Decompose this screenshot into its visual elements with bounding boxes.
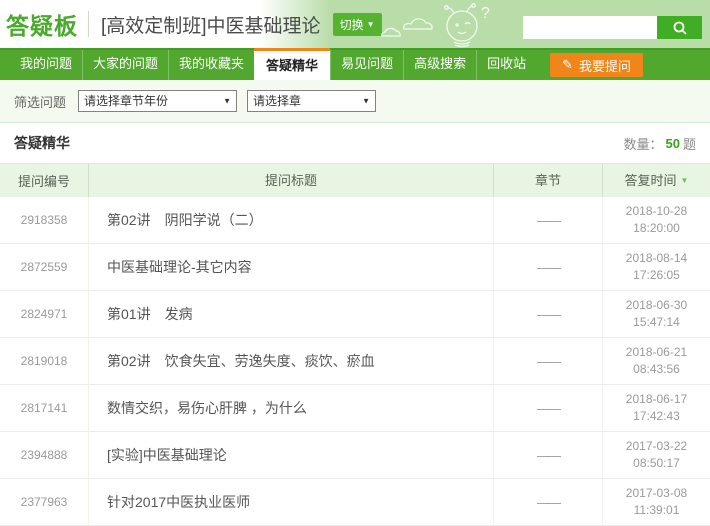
nav-tab[interactable]: 我的收藏夹	[168, 50, 254, 80]
reply-clock: 08:50:17	[603, 455, 710, 472]
table-row: 2872559 中医基础理论-其它内容 —— 2018-08-14 17:26:…	[0, 244, 710, 291]
count-unit: 题	[683, 134, 696, 153]
reply-clock: 17:26:05	[603, 267, 710, 284]
question-id: 2918358	[0, 213, 88, 227]
filter-label: 筛选问题	[14, 92, 66, 111]
question-title-link[interactable]: 第01讲 发病	[88, 291, 493, 338]
reply-time: 2018-06-21 08:43:56	[602, 338, 710, 385]
nav-tab-label: 高级搜索	[414, 56, 466, 71]
col-header-question-title: 提问标题	[88, 164, 493, 198]
nav-tab-label: 答疑精华	[266, 58, 318, 73]
question-count: 数量： 50 题	[624, 134, 697, 153]
mascot-clouds-decoration: ?	[374, 2, 524, 48]
app-logo: 答疑板	[6, 7, 78, 41]
table-header-row: 提问编号 提问标题 章节 答复时间 ▼	[0, 163, 710, 197]
chapter-value: ——	[493, 385, 602, 432]
question-title-link[interactable]: 第02讲 阴阳学说（二）	[88, 197, 493, 244]
search-box	[523, 16, 702, 39]
question-id: 2394888	[0, 448, 88, 462]
reply-date: 2018-06-17	[603, 391, 710, 408]
header-divider	[88, 11, 89, 37]
col-header-reply-time[interactable]: 答复时间 ▼	[602, 164, 710, 198]
table-row: 2918358 第02讲 阴阳学说（二） —— 2018-10-28 18:20…	[0, 197, 710, 244]
chapter-value: ——	[493, 244, 602, 291]
nav-tab-label: 我的问题	[20, 56, 72, 71]
search-input[interactable]	[523, 16, 657, 39]
nav-tab-label: 我的收藏夹	[179, 56, 244, 71]
ask-button-label: 我要提问	[579, 56, 631, 75]
chapter-value: ——	[493, 338, 602, 385]
table-row: 2819018 第02讲 饮食失宜、劳逸失度、痰饮、瘀血 —— 2018-06-…	[0, 338, 710, 385]
main-nav: 我的问题 大家的问题 我的收藏夹 答疑精华 易见问题 高级搜索 回收站	[0, 48, 710, 80]
reply-clock: 08:43:56	[603, 361, 710, 378]
col-header-question-id: 提问编号	[0, 171, 88, 190]
question-id: 2817141	[0, 401, 88, 415]
chapter-year-select[interactable]: 请选择章节年份	[79, 91, 236, 111]
switch-label: 切换	[340, 16, 364, 33]
reply-clock: 15:47:14	[603, 314, 710, 331]
nav-tab[interactable]: 大家的问题	[82, 50, 168, 80]
search-icon	[672, 20, 688, 36]
question-title-link[interactable]: 数情交织，易伤心肝脾 ，为什么	[88, 385, 493, 432]
nav-tab[interactable]: 回收站	[476, 50, 536, 80]
reply-date: 2018-08-14	[603, 250, 710, 267]
question-id: 2377963	[0, 495, 88, 509]
question-title-link[interactable]: [实验]中医基础理论	[88, 432, 493, 479]
nav-tab[interactable]: 高级搜索	[403, 50, 476, 80]
app-header: 答疑板 [高效定制班]中医基础理论 切换 ▼ ?	[0, 0, 710, 48]
nav-tab-label: 回收站	[487, 56, 526, 71]
svg-text:?: ?	[481, 5, 490, 22]
table-row: 2377963 针对2017中医执业医师 —— 2017-03-08 11:39…	[0, 479, 710, 526]
question-id: 2824971	[0, 307, 88, 321]
question-title-link[interactable]: 中医基础理论-其它内容	[88, 244, 493, 291]
nav-tab-label: 大家的问题	[93, 56, 158, 71]
ask-question-button[interactable]: ✎ 我要提问	[550, 53, 643, 77]
reply-time: 2018-08-14 17:26:05	[602, 244, 710, 291]
question-id: 2819018	[0, 354, 88, 368]
qa-board-page: 答疑板 [高效定制班]中医基础理论 切换 ▼ ?	[0, 0, 710, 526]
reply-clock: 11:39:01	[603, 502, 710, 519]
chapter-select[interactable]: 请选择章	[248, 91, 375, 111]
chapter-value: ——	[493, 479, 602, 526]
chapter-year-select-wrap: 请选择章节年份	[78, 90, 237, 112]
reply-clock: 17:42:43	[603, 408, 710, 425]
reply-time: 2018-10-28 18:20:00	[602, 197, 710, 244]
chapter-value: ——	[493, 432, 602, 479]
question-title-link[interactable]: 针对2017中医执业医师	[88, 479, 493, 526]
chapter-select-wrap: 请选择章	[247, 90, 376, 112]
section-header: 答疑精华 数量： 50 题	[0, 123, 710, 163]
table-row: 2394888 [实验]中医基础理论 —— 2017-03-22 08:50:1…	[0, 432, 710, 479]
reply-date: 2018-06-21	[603, 344, 710, 361]
course-title: [高效定制班]中医基础理论	[101, 11, 321, 38]
chapter-value: ——	[493, 197, 602, 244]
col-header-reply-time-label: 答复时间	[625, 173, 677, 188]
reply-time: 2018-06-30 15:47:14	[602, 291, 710, 338]
reply-clock: 18:20:00	[603, 220, 710, 237]
reply-date: 2017-03-22	[603, 438, 710, 455]
nav-tab[interactable]: 答疑精华	[254, 48, 330, 80]
question-id: 2872559	[0, 260, 88, 274]
section-title: 答疑精华	[14, 133, 70, 153]
nav-tab[interactable]: 易见问题	[330, 50, 403, 80]
nav-tab-label: 易见问题	[341, 56, 393, 71]
search-button[interactable]	[657, 16, 702, 39]
reply-time: 2018-06-17 17:42:43	[602, 385, 710, 432]
filter-bar: 筛选问题 请选择章节年份 请选择章	[0, 80, 710, 123]
table-row: 2824971 第01讲 发病 —— 2018-06-30 15:47:14	[0, 291, 710, 338]
chapter-value: ——	[493, 291, 602, 338]
count-value: 50	[666, 136, 680, 151]
nav-tab[interactable]: 我的问题	[10, 50, 82, 80]
table-row: 2817141 数情交织，易伤心肝脾 ，为什么 —— 2018-06-17 17…	[0, 385, 710, 432]
pencil-icon: ✎	[562, 57, 573, 73]
sort-desc-icon: ▼	[681, 176, 689, 185]
qa-table: 提问编号 提问标题 章节 答复时间 ▼ 2918358 第02讲 阴阳学说（二） …	[0, 163, 710, 526]
reply-time: 2017-03-22 08:50:17	[602, 432, 710, 479]
question-title-link[interactable]: 第02讲 饮食失宜、劳逸失度、痰饮、瘀血	[88, 338, 493, 385]
reply-time: 2017-03-08 11:39:01	[602, 479, 710, 526]
reply-date: 2017-03-08	[603, 485, 710, 502]
reply-date: 2018-06-30	[603, 297, 710, 314]
col-header-chapter: 章节	[493, 164, 602, 198]
reply-date: 2018-10-28	[603, 203, 710, 220]
count-label: 数量：	[624, 134, 663, 153]
